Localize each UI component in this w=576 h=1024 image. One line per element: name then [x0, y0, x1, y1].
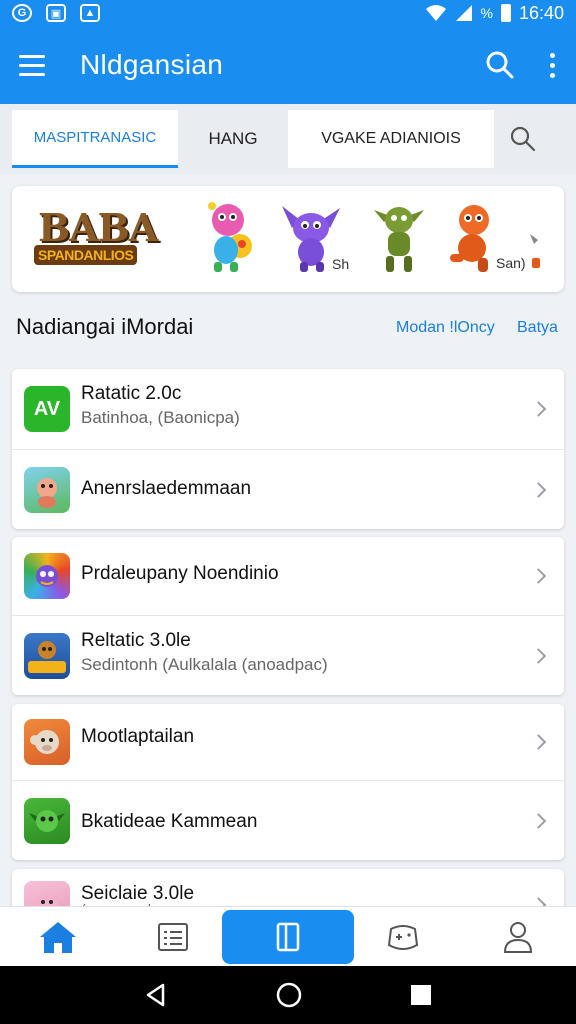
battery-icon [500, 4, 511, 22]
list-item[interactable]: Reltatic 3.0le Sedintonh (Aulkalala (ano… [12, 615, 564, 695]
notification-g-icon: G [12, 4, 32, 22]
list-item-title: Anenrslaedemmaan [81, 478, 252, 499]
list-item-title: Prdaleupany Noendinio [81, 563, 279, 584]
phone-icon [276, 922, 300, 952]
list-item[interactable]: AV Ratatic 2.0c Batinhoa, (Baonicpa) [12, 369, 564, 449]
status-time: 16:40 [518, 2, 564, 23]
small-decoration-icon [530, 234, 540, 268]
section-title: Nadiangai iMordai [16, 314, 194, 339]
menu-button[interactable] [0, 26, 64, 104]
search-button[interactable] [472, 26, 528, 104]
list-item[interactable]: Mootlaptailan [12, 704, 564, 780]
chevron-right-icon [530, 647, 547, 664]
chevron-right-icon [530, 481, 547, 498]
more-options-button[interactable] [528, 26, 576, 104]
creature-icon [24, 466, 70, 513]
colorful-creature-icon [24, 553, 70, 599]
orange-mascot-icon [450, 205, 489, 272]
banner-caption-2: San) [496, 255, 526, 271]
app-bar: Nldgansian [0, 26, 576, 104]
nav-games[interactable] [346, 907, 461, 967]
search-icon [486, 51, 514, 79]
goblin-icon [24, 797, 70, 844]
list-item-title: Bkatideae Kammean [81, 811, 258, 832]
chevron-right-icon [530, 401, 547, 417]
list-item[interactable]: Anenrslaedemmaan [12, 449, 564, 529]
list-item[interactable]: Bkatideae Kammean [12, 780, 564, 860]
wifi-icon [425, 5, 446, 21]
signal-text: % [480, 5, 493, 21]
system-navigation-bar [0, 966, 576, 1024]
profile-icon [504, 921, 533, 953]
nav-profile[interactable] [461, 907, 576, 967]
tab-hang[interactable]: HANG [178, 110, 288, 168]
list-item-title: Reltatic 3.0le [81, 630, 191, 651]
app-card: Prdaleupany Noendinio Reltatic 3.0le Sed… [12, 537, 564, 695]
list-item-subtitle: Sedintonh (Aulkalala (anoadpac) [81, 655, 328, 674]
tab-maspitranasic[interactable]: MASPITRANASIC [12, 110, 178, 168]
banner-caption-1: Sh [332, 256, 350, 272]
section-link-modan[interactable]: Modan !lOncy [396, 319, 495, 337]
green-goblin-mascot-icon [374, 207, 424, 272]
monkey-icon [24, 719, 70, 765]
game-controller-icon [388, 924, 419, 950]
notification-image-icon: ▲ [80, 4, 100, 22]
tab-search-button[interactable] [494, 125, 552, 153]
tab-bar: MASPITRANASIC HANG VGAKE ADIANIOIS [0, 104, 576, 174]
game-logo: BABA SPANDANLIOS [34, 203, 178, 275]
home-icon [39, 921, 76, 953]
pink-mascot-icon [208, 202, 252, 272]
game-logo-icon [24, 632, 70, 679]
chevron-right-icon [530, 812, 547, 829]
status-bar: G ▣ ▲ % 16:40 [0, 0, 576, 26]
section-link-batya[interactable]: Batya [517, 319, 558, 337]
list-item-subtitle: Batinhoa, (Baonicpa) [81, 408, 240, 427]
chevron-right-icon [530, 568, 547, 584]
nav-home[interactable] [0, 907, 115, 967]
app-card: AV Ratatic 2.0c Batinhoa, (Baonicpa) Ane… [12, 369, 564, 529]
search-icon [510, 126, 536, 152]
green-app-icon: AV [24, 386, 70, 432]
list-item[interactable]: Prdaleupany Noendinio [12, 537, 564, 615]
chevron-right-icon [530, 734, 547, 750]
list-item-title: Ratatic 2.0c [81, 383, 182, 404]
nav-list[interactable] [115, 907, 230, 967]
app-title: Nldgansian [80, 49, 224, 80]
list-icon [157, 922, 188, 951]
app-card: Mootlaptailan Bkatideae Kammean [12, 704, 564, 860]
tab-vgake-adianiois[interactable]: VGAKE ADIANIOIS [288, 110, 494, 168]
list-item-title: Mootlaptailan [81, 726, 195, 747]
back-icon[interactable] [143, 982, 169, 1008]
home-button-icon[interactable] [275, 981, 303, 1009]
recents-icon[interactable] [409, 983, 433, 1007]
notification-square-icon: ▣ [46, 4, 66, 22]
nav-phone-active[interactable] [222, 910, 354, 964]
bottom-navigation [0, 906, 576, 966]
signal-icon [455, 5, 472, 21]
